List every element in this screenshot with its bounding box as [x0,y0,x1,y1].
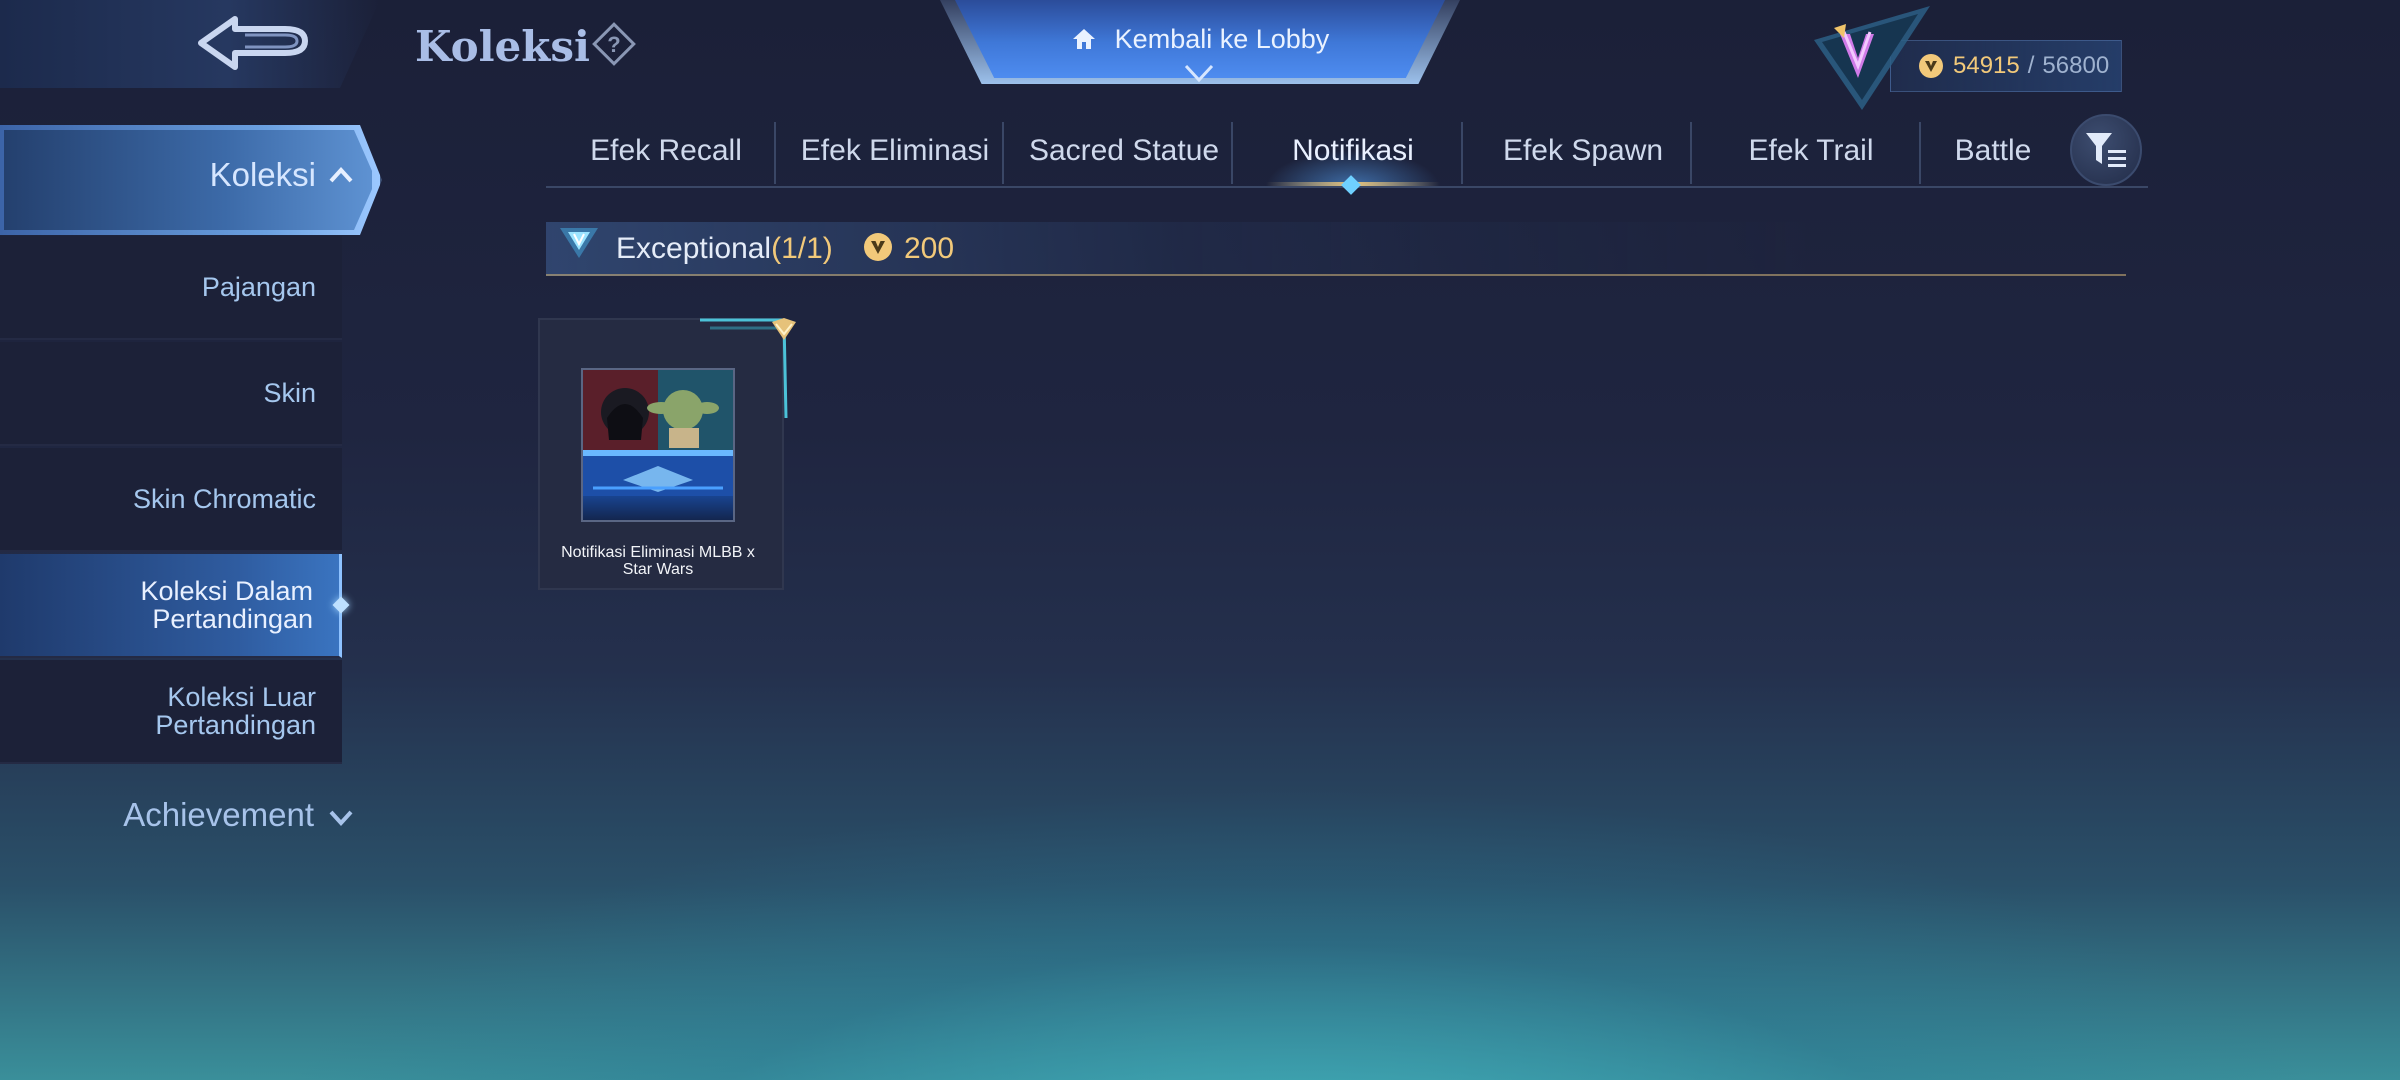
item-title: Notifikasi Eliminasi MLBB x Star Wars [561,544,755,578]
tab-battle[interactable]: Battle [1926,116,2060,186]
help-icon[interactable]: ? [592,22,636,66]
tab-efek-recall[interactable]: Efek Recall [552,116,780,186]
tier-title: Exceptional(1/1) [616,232,833,266]
chevron-down-icon [329,810,353,826]
sidebar-item-pajangan[interactable]: Pajangan [0,236,342,340]
sidebar-item-koleksi-luar-pertandingan[interactable]: Koleksi Luar Pertandingan [0,660,342,764]
points-separator: / [2027,52,2035,79]
back-button[interactable] [190,12,320,78]
tier-name: Exceptional [616,232,772,265]
tab-divider [1002,122,1004,184]
tab-efek-spawn[interactable]: Efek Spawn [1469,116,1697,186]
rank-emblem-icon [1814,6,1930,110]
points-max: 56800 [2042,52,2110,79]
tab-divider [1690,122,1692,184]
tier-count: (1/1) [771,232,833,265]
sidebar-item-label: Pajangan [201,272,316,302]
lobby-button-label: Kembali ke Lobby [1114,23,1330,54]
tab-efek-trail[interactable]: Efek Trail [1697,116,1925,186]
sidebar-section-koleksi-inner [4,130,372,230]
sidebar-item-label: Skin [263,378,316,408]
home-icon [1072,29,1095,49]
collector-coin-icon [864,233,892,261]
back-arrow-icon [198,16,308,70]
tab-divider [1231,122,1233,184]
star-wars-notification-art [583,370,733,496]
tab-notifikasi[interactable]: Notifikasi [1239,116,1467,186]
tier-emblem-icon [560,228,598,258]
points-current: 54915 [1953,52,2020,79]
page-title: Koleksi [415,22,590,71]
sidebar-item-skin-chromatic[interactable]: Skin Chromatic [0,448,342,552]
tier-points: 200 [904,232,955,265]
filter-icon [2086,133,2126,167]
item-thumbnail [581,368,735,522]
svg-text:?: ? [607,32,620,57]
sidebar-section-label: Koleksi [209,156,316,193]
sidebar-item-koleksi-dalam-pertandingan[interactable]: Koleksi Dalam Pertandingan [0,554,342,658]
filter-button[interactable] [2070,114,2142,186]
sidebar-item-skin[interactable]: Skin [0,342,342,446]
chevron-up-icon [329,167,353,183]
sidebar-item-label: Skin Chromatic [132,484,316,514]
tab-efek-eliminasi[interactable]: Efek Eliminasi [781,116,1009,186]
lobby-notch-decoration [1184,64,1214,83]
sidebar-item-label: Koleksi Luar Pertandingan [155,682,316,740]
tab-divider [1461,122,1463,184]
tab-sacred-statue[interactable]: Sacred Statue [1010,116,1238,186]
tab-divider [1919,122,1921,184]
sidebar-item-label: Koleksi Dalam Pertandingan [140,576,313,634]
tab-divider [774,122,776,184]
sidebar-section-achievement[interactable]: Achievement [123,796,314,834]
